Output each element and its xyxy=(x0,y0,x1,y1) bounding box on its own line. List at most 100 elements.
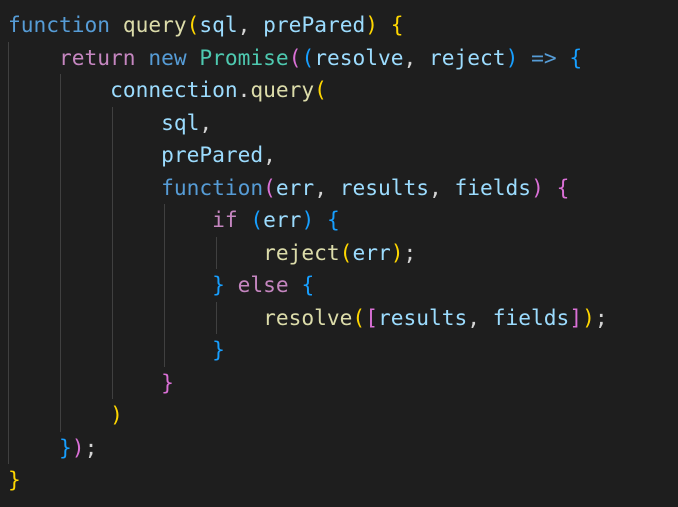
code-token: ) xyxy=(582,304,595,330)
code-token: new xyxy=(148,44,187,70)
code-token: ) xyxy=(110,402,123,427)
code-token: query xyxy=(250,77,315,102)
code-token: ( xyxy=(288,44,302,70)
code-token: fields xyxy=(454,174,532,200)
code-token: , xyxy=(237,12,264,37)
code-token: . xyxy=(237,77,251,102)
code-token: reject xyxy=(263,239,340,265)
code-line: }); xyxy=(8,432,97,465)
code-token: ] xyxy=(569,304,583,330)
code-token: query xyxy=(122,12,187,37)
code-token: } xyxy=(59,434,72,460)
code-token: ; xyxy=(84,434,98,460)
code-token: ) xyxy=(390,239,404,265)
code-token: } xyxy=(212,272,225,297)
code-token: [ xyxy=(365,304,378,330)
code-token: function xyxy=(8,12,111,37)
code-token: } xyxy=(8,467,21,492)
code-token: ; xyxy=(403,239,417,265)
code-token: { xyxy=(569,44,583,70)
code-token: ) xyxy=(531,174,544,200)
code-token: Promise xyxy=(199,44,289,70)
code-token: , xyxy=(467,304,493,330)
code-token: err xyxy=(275,174,315,200)
code-token: ) xyxy=(301,207,315,232)
code-token: , xyxy=(199,109,213,135)
code-token: ( xyxy=(263,174,276,200)
code-token: sql xyxy=(161,109,200,135)
code-token: resolve xyxy=(263,304,353,330)
code-token: connection xyxy=(110,77,238,102)
code-token: , xyxy=(429,174,455,200)
code-token: { xyxy=(301,272,315,297)
code-line: } else { xyxy=(8,269,314,302)
code-token: function xyxy=(161,174,264,200)
code-line: function(err, results, fields) { xyxy=(8,172,569,205)
code-token: { xyxy=(556,174,570,200)
code-token: results xyxy=(339,174,429,200)
code-line: sql, xyxy=(8,107,212,140)
code-line: reject(err); xyxy=(8,237,416,270)
code-token: ) xyxy=(505,44,519,70)
code-line: if (err) { xyxy=(8,204,340,237)
code-token: ( xyxy=(186,12,200,37)
code-token: err xyxy=(352,239,391,265)
code-token: } xyxy=(212,337,225,362)
code-token: prePared xyxy=(263,12,366,37)
code-line: } xyxy=(8,464,21,497)
code-editor[interactable]: function query(sql, prePared) { return n… xyxy=(0,0,678,507)
code-token: { xyxy=(326,207,340,232)
code-token: prePared xyxy=(161,142,264,167)
code-token: sql xyxy=(199,12,238,37)
code-token: , xyxy=(403,44,430,70)
code-token: ) xyxy=(71,434,85,460)
code-line: } xyxy=(8,334,225,367)
code-line: function query(sql, prePared) { xyxy=(8,9,404,42)
code-line: return new Promise((resolve, reject) => … xyxy=(8,42,582,75)
code-token: ( xyxy=(301,44,315,70)
code-token: resolve xyxy=(314,44,404,70)
code-line: prePared, xyxy=(8,139,276,172)
code-token: return xyxy=(59,44,136,70)
code-token: ( xyxy=(250,207,264,232)
code-token: err xyxy=(263,207,302,232)
code-token: results xyxy=(377,304,468,330)
code-line: ) xyxy=(8,399,123,432)
code-token: ( xyxy=(339,239,353,265)
code-token: fields xyxy=(492,304,570,330)
code-token: , xyxy=(263,142,276,167)
code-token: { xyxy=(390,12,404,37)
code-token: => xyxy=(531,44,557,70)
code-token: ( xyxy=(314,77,327,102)
code-token: if xyxy=(212,207,238,232)
code-token: reject xyxy=(429,44,506,70)
code-line: connection.query( xyxy=(8,74,327,107)
code-token: else xyxy=(237,272,289,297)
code-token: ( xyxy=(352,304,366,330)
code-line: resolve([results, fields]); xyxy=(8,302,607,335)
code-token: , xyxy=(314,174,340,200)
code-line: } xyxy=(8,367,174,400)
